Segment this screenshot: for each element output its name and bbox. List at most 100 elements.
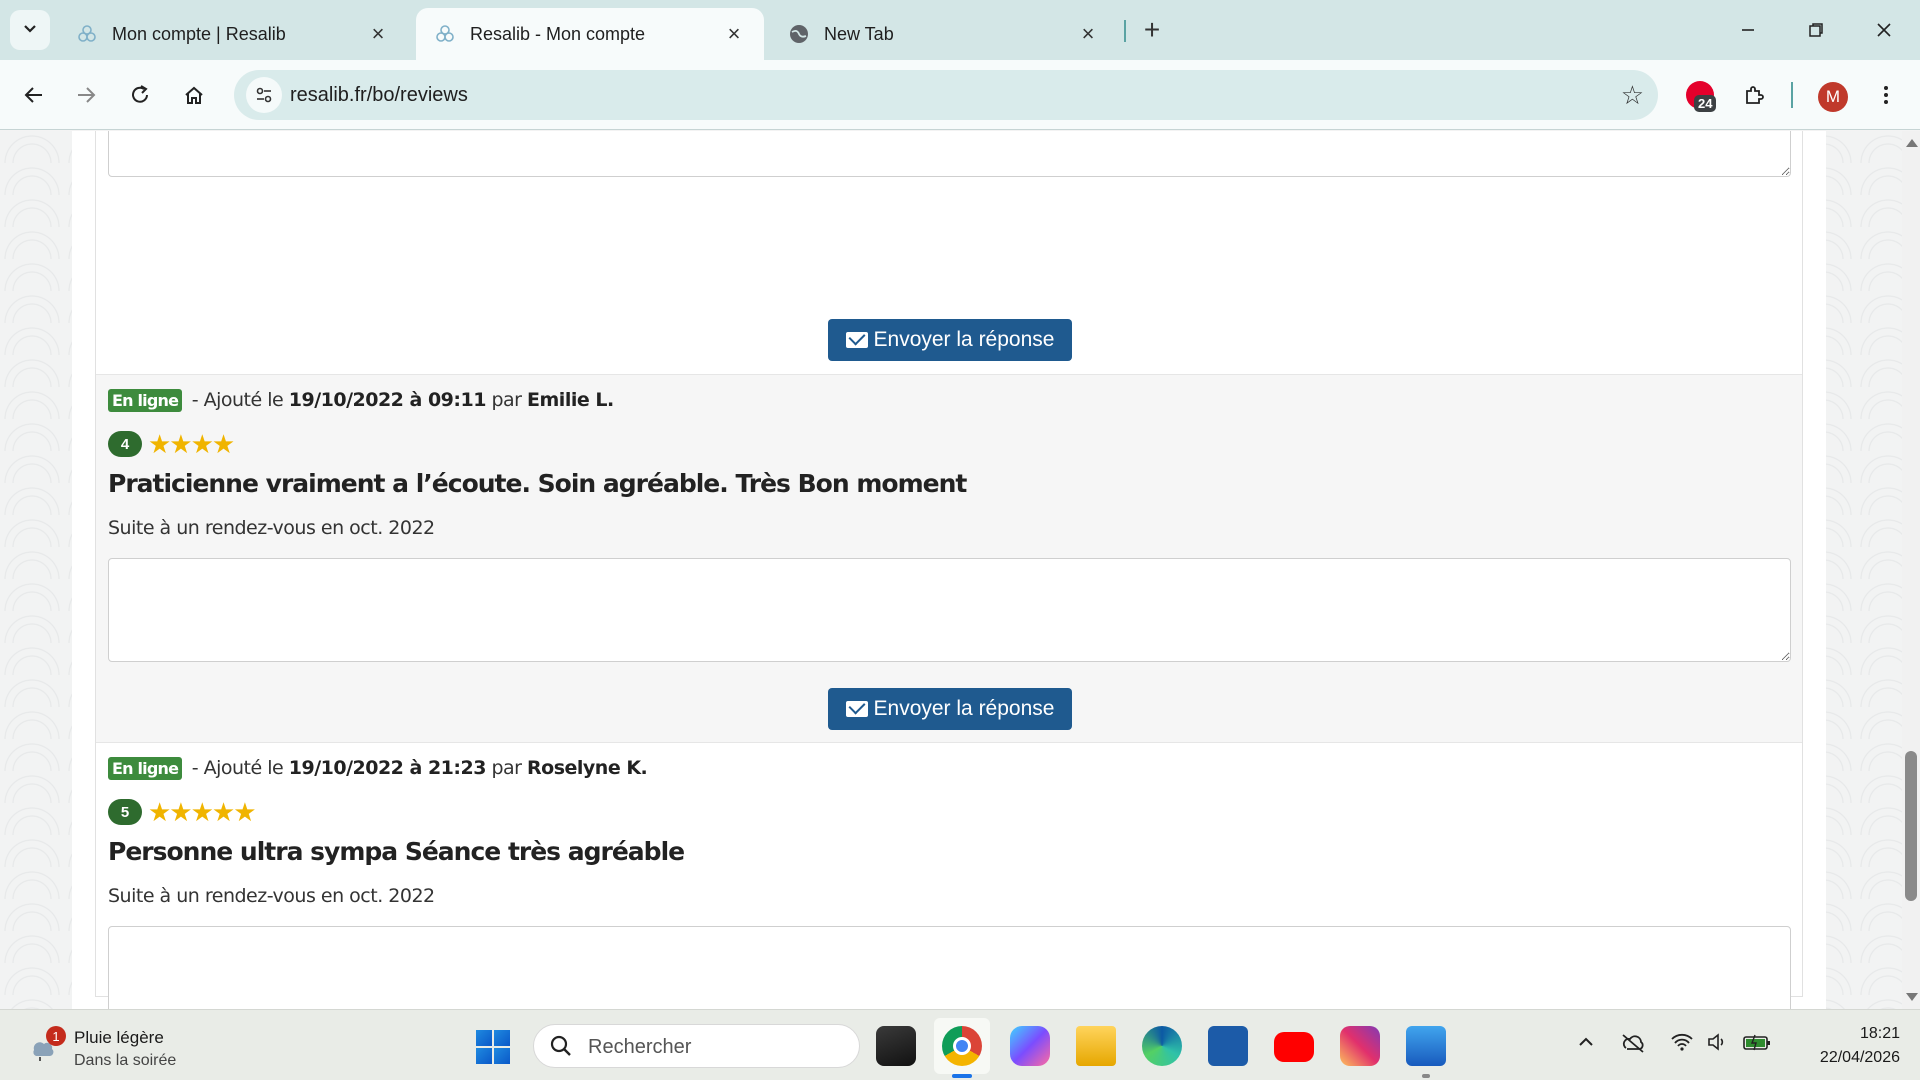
tab-new-tab[interactable]: New Tab × [770,8,1118,60]
review-date: 19/10/2022 à 21:23 [288,757,487,779]
word-running-indicator [1422,1074,1430,1078]
search-placeholder: Rechercher [588,1036,692,1058]
reply-textarea[interactable] [108,131,1791,177]
home-icon[interactable] [176,77,212,113]
star-rating-icon: ★★★★★ [148,797,257,827]
status-badge: En ligne [108,757,183,780]
edge-icon[interactable] [1142,1026,1182,1066]
copilot-icon[interactable] [1010,1026,1050,1066]
send-reply-label: Envoyer la réponse [873,697,1055,720]
cloud-offline-icon[interactable] [1620,1032,1646,1060]
forward-arrow-icon[interactable] [68,77,104,113]
review-title: Praticienne vraiment a l’écoute. Soin ag… [108,469,967,498]
send-reply-button[interactable]: Envoyer la réponse [828,688,1072,730]
review-rating: 4 ★★★★ [108,429,235,459]
more-menu-icon[interactable] [1868,77,1904,113]
extensions-puzzle-icon[interactable] [1736,77,1772,113]
globe-icon [788,23,810,45]
search-icon [550,1035,572,1063]
volume-icon[interactable] [1706,1032,1730,1058]
envelope-icon [845,701,868,717]
battery-charging-icon[interactable] [1742,1032,1772,1058]
review-title: Personne ultra sympa Séance très agréabl… [108,837,685,866]
review-meta: En ligne - Ajouté le 19/10/2022 à 21:23 … [108,757,648,780]
clock-date: 22/04/2026 [1819,1049,1900,1066]
weather-alert-badge: 1 [46,1026,66,1046]
word-icon[interactable] [1406,1026,1446,1066]
weather-condition: Pluie légère [74,1028,164,1047]
microsoft-store-icon[interactable] [1208,1026,1248,1066]
tab-title: New Tab [824,23,894,44]
envelope-icon [845,332,868,348]
profile-avatar[interactable]: M [1818,82,1848,112]
review-context: Suite à un rendez-vous en oct. 2022 [108,517,435,539]
windows-start-icon[interactable] [476,1030,510,1064]
tab-mon-compte-resalib[interactable]: Mon compte | Resalib × [58,8,408,60]
instagram-icon[interactable] [1340,1026,1380,1066]
page-viewport: Envoyer la réponse En ligne - Ajouté le … [0,131,1902,1009]
windows-taskbar: 1 Pluie légère Dans la soirée Rechercher… [0,1009,1920,1080]
address-bar[interactable]: resalib.fr/bo/reviews ☆ [234,70,1658,120]
restore-icon[interactable] [1786,10,1846,50]
minimize-icon[interactable] [1718,10,1778,50]
scroll-down-icon[interactable] [1906,993,1918,1001]
tab-close-icon[interactable]: × [366,21,390,46]
back-arrow-icon[interactable] [16,77,52,113]
file-explorer-icon[interactable] [1076,1026,1116,1066]
review-context: Suite à un rendez-vous en oct. 2022 [108,885,435,907]
reply-textarea[interactable] [108,558,1791,662]
toolbar-separator [1791,82,1793,108]
taskbar-search[interactable]: Rechercher [533,1024,860,1068]
chevron-up-icon[interactable] [1576,1032,1596,1058]
review-item: En ligne - Ajouté le 19/10/2022 à 09:11 … [96,374,1802,742]
review-item: En ligne - Ajouté le 19/10/2022 à 21:23 … [96,742,1802,1009]
review-author: Emilie L. [527,389,614,411]
reviews-panel: Envoyer la réponse En ligne - Ajouté le … [95,131,1803,1009]
tab-title: Mon compte | Resalib [112,23,286,44]
chevron-down-icon [22,20,38,41]
wifi-icon[interactable] [1670,1032,1694,1058]
page-scrollbar[interactable] [1902,131,1920,1009]
url-text[interactable]: resalib.fr/bo/reviews [290,84,468,107]
reload-icon[interactable] [122,77,158,113]
tab-title: Resalib - Mon compte [470,23,646,44]
weather-widget[interactable]: 1 Pluie légère Dans la soirée [26,1020,266,1070]
adblock-extension-icon[interactable]: 24 [1686,81,1717,112]
star-rating-icon: ★★★★ [148,429,235,459]
by-label: par [491,389,522,411]
added-prefix: - Ajouté le [191,757,284,779]
added-prefix: - Ajouté le [191,389,284,411]
tab-separator [1124,20,1126,42]
status-badge: En ligne [108,389,183,412]
review-author: Roselyne K. [527,757,648,779]
chrome-running-indicator [952,1074,972,1078]
review-previous: Envoyer la réponse [96,131,1802,374]
send-reply-label: Envoyer la réponse [873,328,1055,351]
tab-search-button[interactable] [10,10,50,50]
clock-time: 18:21 [1859,1025,1900,1042]
tab-resalib-mon-compte[interactable]: Resalib - Mon compte × [416,8,764,60]
review-rating: 5 ★★★★★ [108,797,257,827]
task-view-icon[interactable] [876,1026,916,1066]
rating-badge: 5 [108,799,142,825]
scrollbar-thumb[interactable] [1905,751,1917,901]
reply-textarea[interactable] [108,926,1791,1009]
chrome-icon[interactable] [942,1026,982,1066]
review-meta: En ligne - Ajouté le 19/10/2022 à 09:11 … [108,389,614,412]
by-label: par [491,757,522,779]
tab-close-icon[interactable]: × [722,21,746,46]
youtube-icon[interactable] [1274,1032,1314,1062]
tab-strip: Mon compte | Resalib × Resalib - Mon com… [0,0,1920,60]
new-tab-plus-icon[interactable]: + [1136,14,1168,46]
tab-close-icon[interactable]: × [1076,21,1100,46]
resalib-favicon-icon [434,23,456,45]
browser-toolbar: resalib.fr/bo/reviews ☆ 24 M [0,60,1920,130]
site-settings-icon[interactable] [246,77,282,113]
close-window-icon[interactable] [1854,10,1914,50]
send-reply-button[interactable]: Envoyer la réponse [828,319,1072,361]
chrome-center [953,1037,971,1055]
system-clock[interactable]: 18:21 22/04/2026 [1790,1022,1900,1070]
rating-badge: 4 [108,431,142,457]
scroll-up-icon[interactable] [1906,139,1918,147]
bookmark-star-icon[interactable]: ☆ [1621,80,1644,111]
